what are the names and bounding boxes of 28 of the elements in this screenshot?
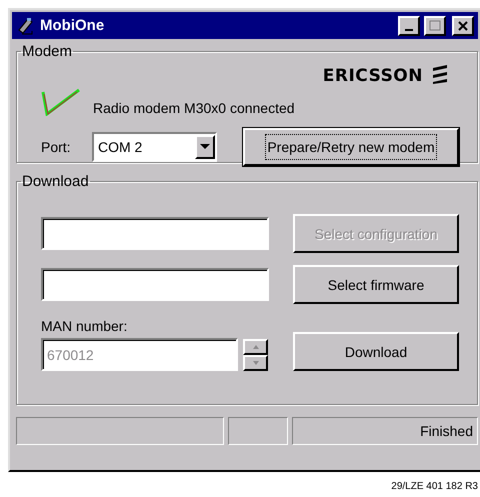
close-button[interactable] [452, 16, 474, 36]
group-label: Modem [21, 43, 74, 60]
status-panel [228, 417, 288, 445]
minimize-button[interactable] [398, 16, 420, 36]
close-icon [457, 20, 469, 32]
spin-up-button[interactable] [243, 338, 268, 354]
port-label: Port: [41, 139, 72, 155]
prepare-button[interactable]: Prepare/Retry new modem [243, 128, 459, 166]
path-field[interactable] [41, 268, 269, 301]
port-dropdown[interactable]: COM 2 [92, 132, 217, 162]
group-label: Download [21, 173, 90, 190]
figure-caption: 29/LZE 401 182 R3 [391, 481, 478, 492]
path-field[interactable] [41, 217, 269, 250]
down-arrow-icon [252, 360, 258, 364]
caret-icon [195, 135, 215, 159]
window-title: MobiOne [40, 17, 106, 34]
maximize-button[interactable] [424, 16, 446, 36]
download-button[interactable]: Download [293, 332, 459, 371]
logo-icon [431, 64, 449, 84]
maximize-icon [429, 20, 441, 32]
status-message: Finished [292, 417, 478, 445]
minimize-icon [405, 28, 413, 30]
up-arrow-icon [252, 344, 258, 348]
status-text: Radio modem M30x0 connected [93, 100, 295, 116]
select-button[interactable]: Select firmware [293, 265, 459, 304]
man-label: MAN number: [41, 318, 128, 334]
spin-down-button[interactable] [243, 354, 268, 370]
brand-logo: ERICSSON [322, 64, 449, 86]
